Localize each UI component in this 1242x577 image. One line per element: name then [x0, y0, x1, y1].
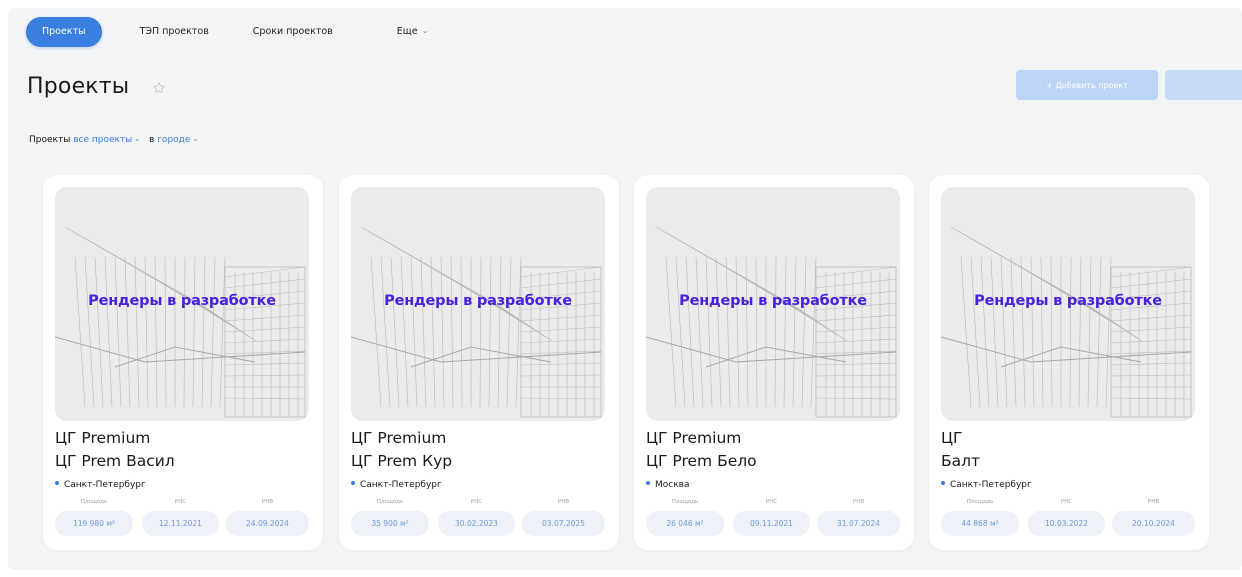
filter-scope-label: все проекты: [73, 135, 133, 145]
project-city: Санкт-Петербург: [941, 480, 1032, 490]
project-card[interactable]: Рендеры в разработке ЦГ Балт Санкт-Петер…: [929, 175, 1209, 550]
render-placeholder-label: Рендеры в разработке: [384, 293, 572, 309]
project-city-label: Москва: [655, 480, 690, 490]
filter-prefix: Проекты: [29, 135, 71, 145]
dot-icon: [646, 481, 650, 485]
project-image-placeholder: Рендеры в разработке: [941, 187, 1195, 421]
stat-area-value: 44 868 м²: [941, 511, 1019, 536]
project-city: Санкт-Петербург: [55, 480, 146, 490]
project-name: Балт: [941, 452, 981, 470]
project-city: Санкт-Петербург: [351, 480, 442, 490]
project-stats: Площадь 35 900 м² РНС 30.02.2023 РНВ 03.…: [351, 496, 605, 538]
stat-area: Площадь 119 980 м²: [55, 496, 133, 538]
dot-icon: [941, 481, 945, 485]
stat-rnv: РНВ 31.07.2024: [817, 496, 900, 538]
project-stats: Площадь 119 980 м² РНС 12.11.2021 РНВ 24…: [55, 496, 309, 538]
stat-rns: РНС 09.11.2021: [733, 496, 810, 538]
tab-projects[interactable]: Проекты: [26, 17, 102, 47]
project-stats: Площадь 26 046 м² РНС 09.11.2021 РНВ 31.…: [646, 496, 900, 538]
stat-rns-value: 09.11.2021: [733, 511, 810, 536]
star-icon[interactable]: [152, 81, 166, 95]
stat-rnv-value: 31.07.2024: [817, 511, 900, 536]
tab-more-label: Еще: [396, 26, 418, 37]
stat-rnv-label: РНВ: [557, 499, 570, 505]
chevron-down-icon: ⌄: [134, 135, 141, 143]
stat-area-label: Площадь: [671, 499, 699, 505]
filter-location-label: городе: [157, 135, 191, 145]
dot-icon: [55, 481, 59, 485]
filter-in-label: в: [149, 135, 155, 145]
stat-rns: РНС 30.02.2023: [438, 496, 515, 538]
stat-rnv: РНВ 03.07.2025: [522, 496, 605, 538]
filter-location-dropdown[interactable]: городе ⌄: [157, 135, 198, 145]
top-nav: Проекты ТЭП проектов Сроки проектов Еще ⌄: [26, 17, 428, 47]
stat-rnv-value: 24.09.2024: [226, 511, 309, 536]
app-frame: Проекты ТЭП проектов Сроки проектов Еще ⌄…: [8, 8, 1242, 570]
project-category: ЦГ Premium: [646, 429, 742, 447]
stat-area-label: Площадь: [966, 499, 994, 505]
stat-area: Площадь 26 046 м²: [646, 496, 724, 538]
project-image-placeholder: Рендеры в разработке: [351, 187, 605, 421]
stat-rns-label: РНС: [765, 499, 778, 505]
stat-area-label: Площадь: [80, 499, 108, 505]
filter-scope-dropdown[interactable]: все проекты ⌄: [73, 135, 140, 145]
add-project-button[interactable]: + Добавить проект: [1016, 70, 1158, 100]
stat-rnv-value: 20.10.2024: [1112, 511, 1195, 536]
dot-icon: [351, 481, 355, 485]
stat-area: Площадь 35 900 м²: [351, 496, 429, 538]
stat-rns: РНС 12.11.2021: [142, 496, 219, 538]
stat-rnv-value: 03.07.2025: [522, 511, 605, 536]
render-placeholder-label: Рендеры в разработке: [974, 293, 1162, 309]
stat-area-value: 119 980 м²: [55, 511, 133, 536]
project-city-label: Санкт-Петербург: [950, 480, 1032, 490]
project-name: ЦГ Prem Бело: [646, 452, 757, 470]
tab-tep-projects[interactable]: ТЭП проектов: [140, 17, 209, 47]
stat-rns: РНС 10.03.2022: [1028, 496, 1105, 538]
render-placeholder-label: Рендеры в разработке: [679, 293, 867, 309]
stat-rns-label: РНС: [1060, 499, 1073, 505]
stat-area-value: 26 046 м²: [646, 511, 724, 536]
stat-rnv-label: РНВ: [261, 499, 274, 505]
stat-rnv-label: РНВ: [1147, 499, 1160, 505]
project-city-label: Санкт-Петербург: [64, 480, 146, 490]
render-placeholder-label: Рендеры в разработке: [88, 293, 276, 309]
project-card[interactable]: Рендеры в разработке ЦГ Premium ЦГ Prem …: [634, 175, 914, 550]
tab-more[interactable]: Еще ⌄: [397, 17, 429, 47]
filter-bar: Проекты все проекты ⌄ в городе ⌄: [29, 135, 198, 145]
stat-rns-value: 30.02.2023: [438, 511, 515, 536]
project-card[interactable]: Рендеры в разработке ЦГ Premium ЦГ Prem …: [43, 175, 323, 550]
project-name: ЦГ Prem Васил: [55, 452, 175, 470]
project-category: ЦГ Premium: [55, 429, 151, 447]
project-city: Москва: [646, 480, 689, 490]
stat-rnv-label: РНВ: [852, 499, 865, 505]
stat-area-value: 35 900 м²: [351, 511, 429, 536]
stat-rns-label: РНС: [470, 499, 483, 505]
stat-area: Площадь 44 868 м²: [941, 496, 1019, 538]
chevron-down-icon: ⌄: [192, 135, 199, 143]
project-image-placeholder: Рендеры в разработке: [646, 187, 900, 421]
project-stats: Площадь 44 868 м² РНС 10.03.2022 РНВ 20.…: [941, 496, 1195, 538]
project-image-placeholder: Рендеры в разработке: [55, 187, 309, 421]
chevron-down-icon: ⌄: [421, 26, 429, 35]
stat-rns-value: 10.03.2022: [1028, 511, 1105, 536]
add-project-label: + Добавить проект: [1046, 80, 1128, 90]
stat-rnv: РНВ 24.09.2024: [226, 496, 309, 538]
secondary-action-button[interactable]: [1165, 70, 1242, 100]
stat-area-label: Площадь: [376, 499, 404, 505]
stat-rns-value: 12.11.2021: [142, 511, 219, 536]
project-category: ЦГ: [941, 429, 963, 447]
project-card[interactable]: Рендеры в разработке ЦГ Premium ЦГ Prem …: [339, 175, 619, 550]
page-title: Проекты: [27, 74, 130, 99]
project-category: ЦГ Premium: [351, 429, 447, 447]
project-city-label: Санкт-Петербург: [360, 480, 442, 490]
tab-project-deadlines[interactable]: Сроки проектов: [253, 17, 333, 47]
stat-rnv: РНВ 20.10.2024: [1112, 496, 1195, 538]
project-name: ЦГ Prem Кур: [351, 452, 453, 470]
stat-rns-label: РНС: [174, 499, 187, 505]
